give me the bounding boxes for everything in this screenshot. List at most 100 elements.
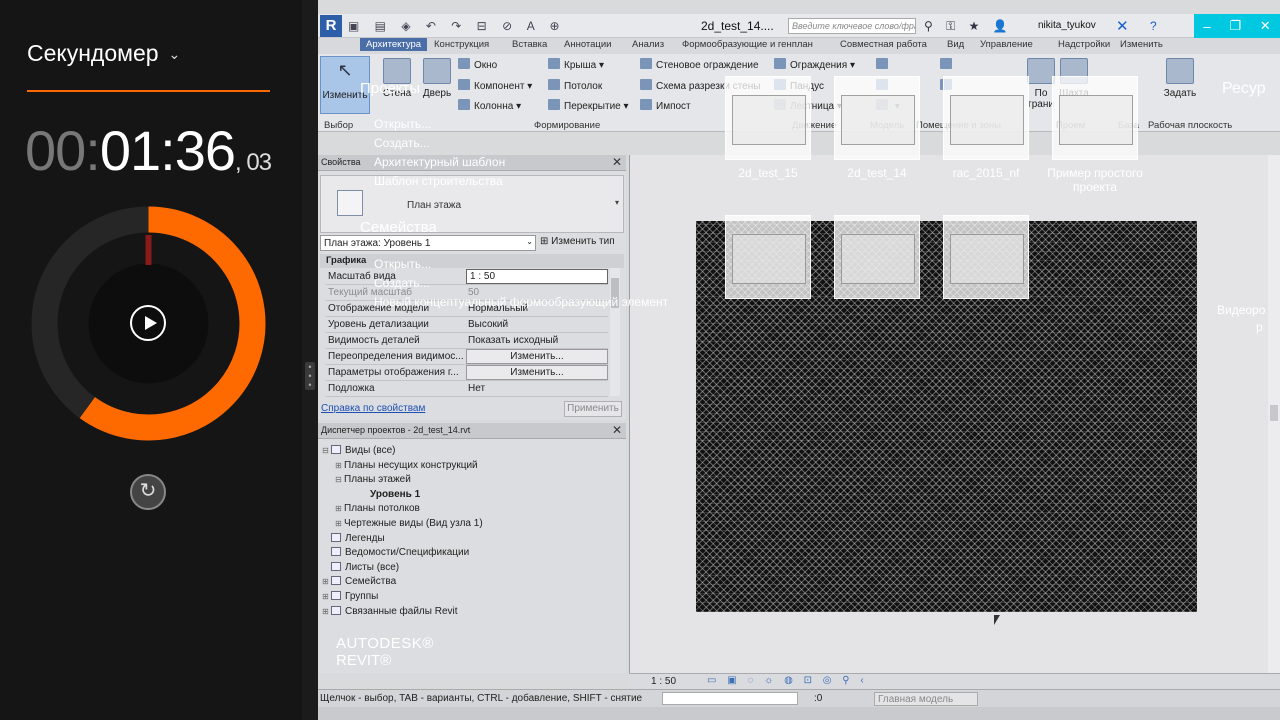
expand-toggle-icon[interactable]: ⊞ <box>322 607 331 616</box>
tree-node[interactable]: ⊞ Связанные файлы Revit <box>322 605 458 617</box>
main-model-selector[interactable]: Главная модель <box>874 692 978 706</box>
roof-button[interactable]: Крыша ▾ <box>548 58 604 71</box>
properties-group-graphics[interactable]: Графика <box>320 254 624 268</box>
expand-toggle-icon[interactable]: ⊞ <box>335 461 344 470</box>
tab-5[interactable]: Формообразующие и генплан <box>682 39 813 50</box>
view-scale[interactable]: 1 : 50 <box>651 676 676 687</box>
tab-6[interactable]: Совместная работа <box>840 39 927 50</box>
tab-3[interactable]: Аннотации <box>564 39 612 50</box>
tree-node[interactable]: ⊟ Планы этажей <box>335 474 411 485</box>
overlay-create-link[interactable]: Создать... <box>374 136 430 150</box>
expand-toggle-icon[interactable]: ⊞ <box>335 504 344 513</box>
type-selector[interactable]: План этажа ▾ <box>320 175 624 233</box>
expand-toggle-icon[interactable]: ⊟ <box>335 475 344 484</box>
floor-button[interactable]: Перекрытие ▾ <box>548 99 629 112</box>
property-row[interactable]: Масштаб вида 1 : 50 <box>326 269 608 285</box>
tree-node[interactable]: Ведомости/Спецификации <box>322 547 469 558</box>
revit-logo-icon[interactable]: R <box>320 15 342 37</box>
property-row[interactable]: Текущий масштаб 50 <box>326 285 608 301</box>
tree-node[interactable]: ⊟ Виды (все) <box>322 445 395 456</box>
property-row[interactable]: Видимость деталей Показать исходный <box>326 333 608 349</box>
tab-10[interactable]: Изменить <box>1120 39 1163 50</box>
wall-button[interactable]: Стена <box>376 58 418 99</box>
shaft-button[interactable]: Шахта <box>1056 58 1092 99</box>
tree-node[interactable]: ⊞ Семейства <box>322 576 396 587</box>
dropdown-arrow-icon[interactable]: ▾ <box>615 198 619 207</box>
property-row[interactable]: Отображение модели Нормальный <box>326 301 608 317</box>
tree-node[interactable]: Уровень 1 <box>361 489 420 500</box>
maximize-icon[interactable]: ❐ <box>1229 18 1241 34</box>
user-name[interactable]: nikita_tyukov <box>1038 20 1096 31</box>
expand-toggle-icon[interactable]: ⊞ <box>322 577 331 586</box>
railing-button[interactable]: Ограждения ▾ <box>774 58 855 71</box>
property-row[interactable]: Переопределения видимос... Изменить... <box>326 349 608 365</box>
component-button[interactable]: Компонент ▾ <box>458 79 532 92</box>
modify-button[interactable]: ↖ Изменить <box>320 60 370 101</box>
property-value[interactable]: Нет <box>466 383 608 394</box>
ramp-button[interactable]: Пандус <box>774 79 824 92</box>
tab-7[interactable]: Вид <box>947 39 964 50</box>
room-separator-button[interactable] <box>940 79 956 92</box>
curtain-grid-button[interactable]: Схема разрезки стены <box>640 79 760 92</box>
tree-node[interactable]: ⊞ Планы потолков <box>335 503 420 514</box>
properties-scrollbar[interactable] <box>610 268 620 396</box>
property-row[interactable]: Параметры отображения г... Изменить... <box>326 365 608 381</box>
tree-node[interactable]: ⊞ Планы несущих конструкций <box>335 460 478 471</box>
apply-button[interactable]: Применить <box>564 401 622 417</box>
model-line-button[interactable] <box>876 79 892 92</box>
door-button[interactable]: Дверь <box>416 58 458 99</box>
room-button[interactable] <box>940 58 956 71</box>
tab-1[interactable]: Конструкция <box>434 39 489 50</box>
floor-plan-hatch[interactable] <box>696 221 1197 612</box>
property-value[interactable]: Нормальный <box>466 303 608 314</box>
close-icon[interactable]: ✕ <box>612 423 622 437</box>
expand-toggle-icon[interactable]: ⊟ <box>322 446 331 455</box>
set-workplane-button[interactable]: Задать <box>1160 58 1200 99</box>
canvas-scrollbar[interactable] <box>1268 155 1280 673</box>
window-button[interactable]: Окно <box>458 58 497 71</box>
expand-toggle-icon[interactable]: ⊞ <box>335 519 344 528</box>
instance-selector[interactable]: План этажа: Уровень 1 ⌄ <box>320 235 536 251</box>
tab-8[interactable]: Управление <box>980 39 1033 50</box>
tab-2[interactable]: Вставка <box>512 39 547 50</box>
property-value[interactable]: 1 : 50 <box>466 269 608 284</box>
property-row[interactable]: Подложка Нет <box>326 381 608 397</box>
search-input[interactable]: Введите ключевое слово/фразу <box>788 18 916 34</box>
expand-toggle-icon[interactable]: ⊞ <box>322 592 331 601</box>
property-value[interactable]: Показать исходный <box>466 335 608 346</box>
property-row[interactable]: Уровень детализации Высокий <box>326 317 608 333</box>
model-group-button[interactable]: ▾ <box>876 99 900 112</box>
group-label-select[interactable]: Выбор <box>324 120 353 131</box>
workset-field[interactable] <box>662 692 798 705</box>
mullion-button[interactable]: Импост <box>640 99 691 112</box>
tree-node[interactable]: Листы (все) <box>322 561 399 573</box>
curtain-system-button[interactable]: Стеновое ограждение <box>640 58 759 71</box>
edit-type-button[interactable]: ⊞ Изменить тип <box>540 236 615 247</box>
column-button[interactable]: Колонна ▾ <box>458 99 521 112</box>
quick-access-icons[interactable]: ▣ ▤ ◈ ↶ ↷ ⊟ ⊘ A ⊕ <box>348 19 566 33</box>
property-edit-button[interactable]: Изменить... <box>466 349 608 364</box>
minimize-icon[interactable]: – <box>1203 19 1210 34</box>
drawing-canvas[interactable] <box>629 155 1280 673</box>
property-value[interactable]: 50 <box>466 287 608 298</box>
exchange-icon[interactable]: ✕ <box>1116 17 1129 35</box>
ceiling-button[interactable]: Потолок <box>548 79 602 92</box>
tree-node[interactable]: ⊞ Группы <box>322 591 378 602</box>
tab-4[interactable]: Анализ <box>632 39 664 50</box>
tree-node[interactable]: Легенды <box>322 532 385 544</box>
property-edit-button[interactable]: Изменить... <box>466 365 608 380</box>
tab-9[interactable]: Надстройки <box>1058 39 1110 50</box>
tree-node[interactable]: ⊞ Чертежные виды (Вид узла 1) <box>335 518 483 529</box>
reset-button[interactable]: ↻ <box>130 474 166 510</box>
close-icon[interactable]: ✕ <box>612 155 622 169</box>
pane-splitter[interactable]: • • • <box>302 0 318 720</box>
splitter-grip-icon[interactable]: • • • <box>305 362 315 390</box>
help-icon[interactable]: ? <box>1150 19 1157 33</box>
infocenter-icons[interactable]: ⚲ ⚿ ★ 👤 <box>924 19 1013 34</box>
properties-help-link[interactable]: Справка по свойствам <box>321 403 425 414</box>
by-face-button[interactable]: По грани <box>1026 58 1056 110</box>
model-text-button[interactable] <box>876 58 892 71</box>
tab-0[interactable]: Архитектура <box>360 38 428 51</box>
view-control-icons[interactable]: ▭ ▣ ◌ ☼ ◍ ⊡ ◎ ⚲ ‹ <box>707 675 868 686</box>
stopwatch-title[interactable]: Секундомер ⌄ <box>27 40 180 67</box>
